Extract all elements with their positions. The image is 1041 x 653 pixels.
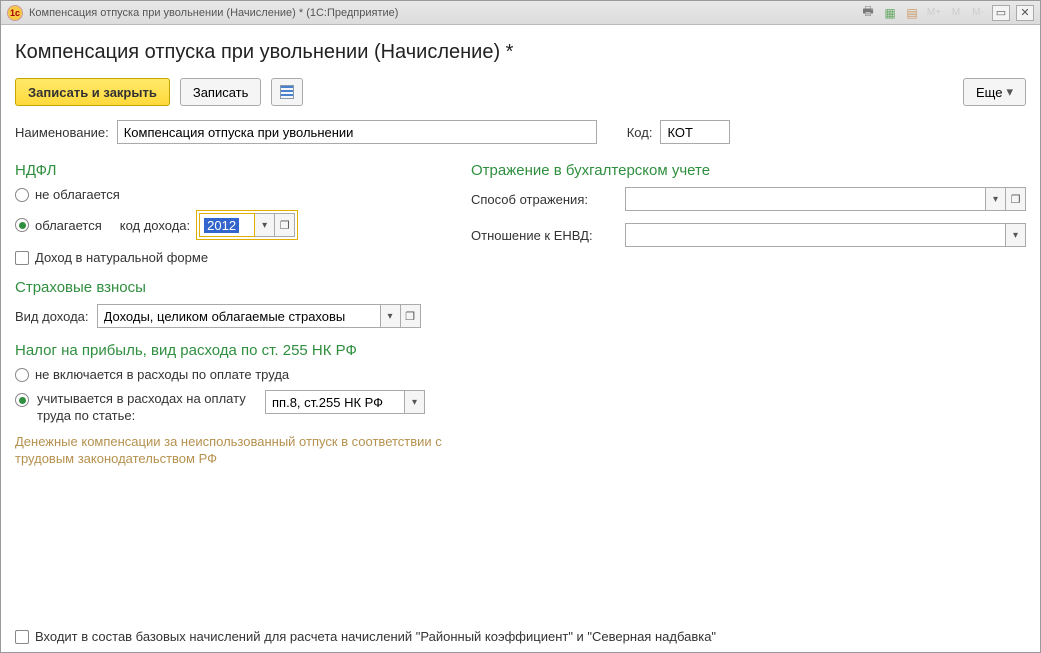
columns: НДФЛ не облагается облагается код дохода… [15, 158, 1026, 468]
titlebar: 1c Компенсация отпуска при увольнении (Н… [1, 1, 1040, 25]
envd-row: Отношение к ЕНВД: ▾ [471, 223, 1026, 247]
ndfl-taxed-row[interactable]: облагается код дохода: 2012 ▾ [15, 210, 445, 240]
save-button[interactable]: Записать [180, 78, 262, 106]
income-code-label: код дохода: [120, 218, 190, 233]
list-icon [280, 85, 294, 99]
dropdown-button[interactable]: ▾ [986, 187, 1006, 211]
content-area: Компенсация отпуска при увольнении (Начи… [1, 25, 1040, 652]
radio-icon [15, 188, 29, 202]
income-type-combo: ▾ [97, 304, 421, 328]
article-input[interactable] [265, 390, 405, 414]
calendar-icon[interactable]: ▤ [904, 5, 920, 21]
open-button[interactable] [1006, 187, 1026, 211]
dropdown-button[interactable]: ▾ [381, 304, 401, 328]
article-combo: ▾ [265, 390, 425, 414]
name-input[interactable] [117, 120, 597, 144]
income-type-input[interactable] [97, 304, 381, 328]
open-button[interactable] [275, 213, 295, 237]
titlebar-text: Компенсация отпуска при увольнении (Начи… [29, 7, 398, 19]
method-input[interactable] [625, 187, 986, 211]
left-column: НДФЛ не облагается облагается код дохода… [15, 158, 445, 468]
income-code-group: 2012 ▾ [196, 210, 298, 240]
checkbox-icon [15, 251, 29, 265]
ndfl-not-taxed-row[interactable]: не облагается [15, 187, 445, 202]
m-plus-icon[interactable]: M+ [926, 5, 942, 21]
m-minus-icon[interactable]: M- [970, 5, 986, 21]
insurance-heading: Страховые взносы [15, 279, 445, 296]
footer-check-label: Входит в состав базовых начислений для р… [35, 629, 716, 644]
envd-label: Отношение к ЕНВД: [471, 228, 617, 243]
checkbox-icon [15, 630, 29, 644]
natural-income-label: Доход в натуральной форме [35, 250, 208, 265]
app-logo-icon: 1c [7, 5, 23, 21]
radio-checked-icon [15, 218, 29, 232]
save-and-close-button[interactable]: Записать и закрыть [15, 78, 170, 106]
calculator-icon[interactable]: ▦ [882, 5, 898, 21]
footer-check-row[interactable]: Входит в состав базовых начислений для р… [15, 619, 1026, 644]
profit-included-label: учитывается в расходах на оплату труда п… [37, 390, 257, 425]
dropdown-button[interactable]: ▾ [405, 390, 425, 414]
income-code-input[interactable]: 2012 [199, 213, 255, 237]
page-title: Компенсация отпуска при увольнении (Начи… [15, 41, 1026, 64]
profit-hint: Денежные компенсации за неиспользованный… [15, 433, 445, 468]
method-label: Способ отражения: [471, 192, 617, 207]
method-row: Способ отражения: ▾ [471, 187, 1026, 211]
profit-included-row[interactable]: учитывается в расходах на оплату труда п… [15, 390, 445, 425]
name-label: Наименование: [15, 125, 109, 140]
ndfl-not-taxed-label: не облагается [35, 187, 120, 202]
radio-checked-icon [15, 393, 29, 407]
code-input[interactable] [660, 120, 730, 144]
list-button[interactable] [271, 78, 303, 106]
income-type-row: Вид дохода: ▾ [15, 304, 445, 328]
app-window: 1c Компенсация отпуска при увольнении (Н… [0, 0, 1041, 653]
envd-combo: ▾ [625, 223, 1026, 247]
m-icon[interactable]: M [948, 5, 964, 21]
radio-icon [15, 368, 29, 382]
income-type-label: Вид дохода: [15, 309, 89, 324]
code-label: Код: [627, 125, 653, 140]
open-button[interactable] [401, 304, 421, 328]
titlebar-controls: 🖶 ▦ ▤ M+ M M- ▭ ✕ [860, 5, 1034, 21]
accounting-heading: Отражение в бухгалтерском учете [471, 162, 1026, 179]
toolbar: Записать и закрыть Записать Еще [15, 78, 1026, 106]
window-maximize-button[interactable]: ▭ [992, 5, 1010, 21]
window-close-button[interactable]: ✕ [1016, 5, 1034, 21]
method-combo: ▾ [625, 187, 1026, 211]
profit-not-included-row[interactable]: не включается в расходы по оплате труда [15, 367, 445, 382]
envd-input[interactable] [625, 223, 1006, 247]
ndfl-taxed-label: облагается [35, 218, 102, 233]
more-button[interactable]: Еще [963, 78, 1026, 106]
profit-not-included-label: не включается в расходы по оплате труда [35, 367, 289, 382]
print-icon[interactable]: 🖶 [860, 5, 876, 21]
ndfl-heading: НДФЛ [15, 162, 445, 179]
right-column: Отражение в бухгалтерском учете Способ о… [471, 158, 1026, 468]
dropdown-button[interactable]: ▾ [1006, 223, 1026, 247]
profit-tax-heading: Налог на прибыль, вид расхода по ст. 255… [15, 342, 445, 359]
natural-income-row[interactable]: Доход в натуральной форме [15, 250, 445, 265]
dropdown-button[interactable]: ▾ [255, 213, 275, 237]
name-row: Наименование: Код: [15, 120, 1026, 144]
